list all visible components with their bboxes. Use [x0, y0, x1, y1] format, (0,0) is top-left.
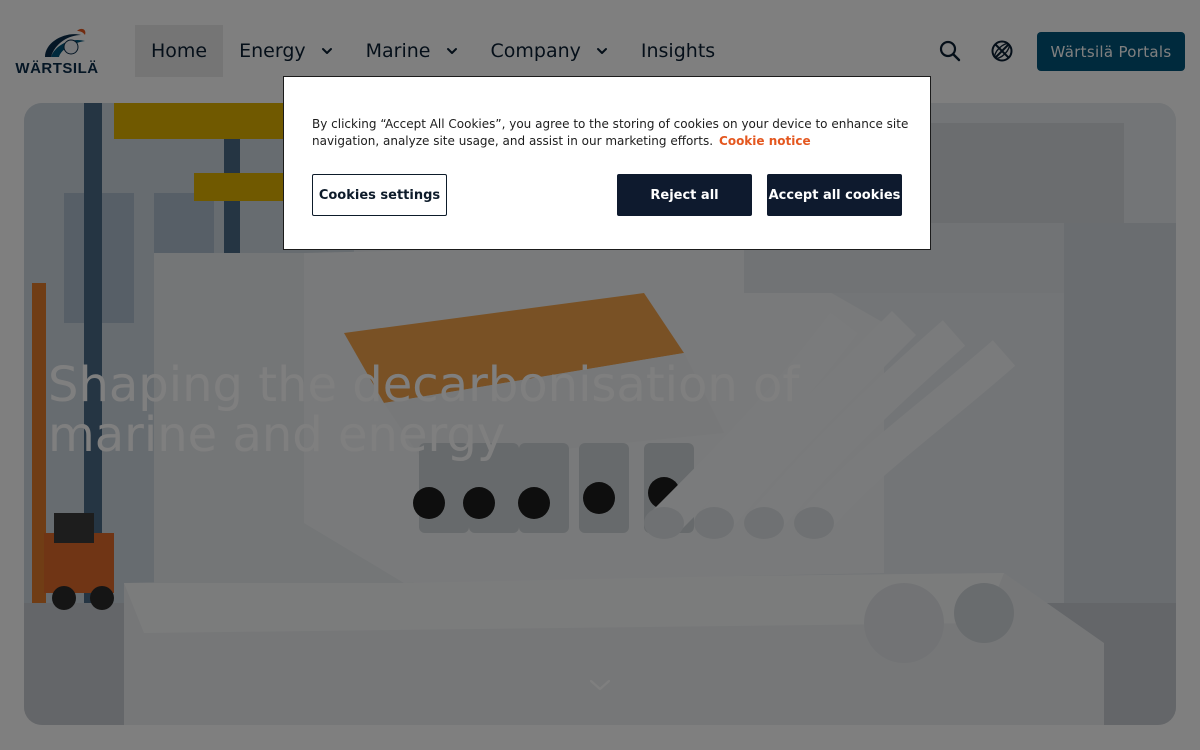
- reject-all-button[interactable]: Reject all: [617, 174, 752, 216]
- cookie-consent-dialog: By clicking “Accept All Cookies”, you ag…: [283, 76, 931, 250]
- cookie-message: By clicking “Accept All Cookies”, you ag…: [312, 116, 912, 150]
- cookies-settings-button[interactable]: Cookies settings: [312, 174, 447, 216]
- cookie-notice-link[interactable]: Cookie notice: [719, 134, 811, 148]
- accept-all-cookies-button[interactable]: Accept all cookies: [767, 174, 902, 216]
- cookie-message-text: By clicking “Accept All Cookies”, you ag…: [312, 117, 909, 148]
